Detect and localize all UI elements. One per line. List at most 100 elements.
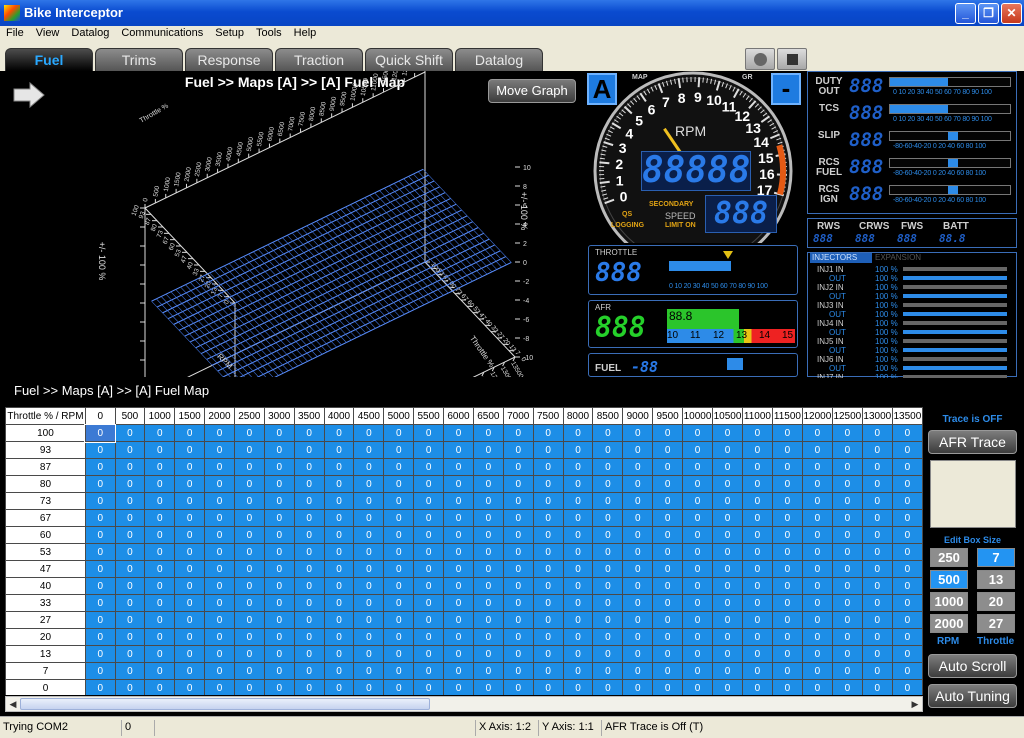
map-cell[interactable]: 0: [293, 441, 325, 459]
map-cell[interactable]: 0: [712, 509, 743, 527]
map-cell[interactable]: 0: [831, 645, 863, 663]
map-cell[interactable]: 0: [323, 628, 355, 646]
map-cell[interactable]: 0: [771, 679, 803, 695]
map-cell[interactable]: 0: [383, 424, 415, 442]
map-cell[interactable]: 0: [562, 441, 594, 459]
map-cell[interactable]: 0: [323, 645, 355, 663]
map-cell[interactable]: 0: [801, 441, 833, 459]
map-cell[interactable]: 0: [472, 441, 504, 459]
map-cell[interactable]: 0: [562, 458, 594, 476]
map-cell[interactable]: 0: [801, 594, 833, 612]
map-cell[interactable]: 0: [682, 424, 714, 442]
map-cell[interactable]: 0: [712, 577, 743, 595]
map-cell[interactable]: 0: [741, 543, 773, 561]
map-cell[interactable]: 0: [293, 628, 325, 646]
map-cell[interactable]: 0: [472, 424, 504, 442]
map-cell[interactable]: 0: [144, 577, 176, 595]
map-cell[interactable]: 0: [502, 492, 534, 510]
map-cell[interactable]: 0: [801, 662, 833, 680]
map-cell[interactable]: 0: [174, 645, 206, 663]
rpm-header[interactable]: 12500: [831, 407, 863, 425]
map-cell[interactable]: 0: [233, 458, 265, 476]
map-cell[interactable]: 0: [622, 662, 654, 680]
map-cell[interactable]: 0: [801, 645, 833, 663]
map-cell[interactable]: 0: [353, 543, 385, 561]
map-cell[interactable]: 0: [472, 543, 504, 561]
map-cell[interactable]: 0: [861, 424, 893, 442]
map-cell[interactable]: 0: [233, 475, 265, 493]
menu-datalog[interactable]: Datalog: [65, 26, 115, 39]
map-cell[interactable]: 0: [263, 628, 295, 646]
map-cell[interactable]: 0: [323, 509, 355, 527]
map-cell[interactable]: 0: [682, 611, 714, 629]
map-cell[interactable]: 0: [562, 424, 594, 442]
map-cell[interactable]: 0: [174, 509, 206, 527]
map-cell[interactable]: 0: [174, 577, 206, 595]
map-cell[interactable]: 0: [771, 594, 803, 612]
rpm-size-2000[interactable]: 2000: [930, 614, 968, 633]
map-cell[interactable]: 0: [891, 611, 923, 629]
map-cell[interactable]: 0: [861, 628, 893, 646]
map-cell[interactable]: 0: [592, 662, 624, 680]
map-cell[interactable]: 0: [204, 509, 235, 527]
map-cell[interactable]: 0: [233, 594, 265, 612]
map-cell[interactable]: 0: [712, 475, 743, 493]
map-cell[interactable]: 0: [413, 628, 445, 646]
rpm-header[interactable]: 12000: [801, 407, 833, 425]
map-cell[interactable]: 0: [114, 441, 146, 459]
map-cell[interactable]: 0: [144, 662, 176, 680]
map-cell[interactable]: 0: [263, 492, 295, 510]
map-cell[interactable]: 0: [114, 679, 146, 695]
map-cell[interactable]: 0: [712, 560, 743, 578]
map-cell[interactable]: 0: [472, 645, 504, 663]
map-cell[interactable]: 0: [562, 543, 594, 561]
map-cell[interactable]: 0: [502, 662, 534, 680]
map-cell[interactable]: 0: [293, 662, 325, 680]
map-cell[interactable]: 0: [622, 458, 654, 476]
map-cell[interactable]: 0: [323, 475, 355, 493]
rpm-header[interactable]: 1000: [144, 407, 176, 425]
map-cell[interactable]: 0: [443, 628, 474, 646]
map-cell[interactable]: 0: [413, 560, 445, 578]
map-cell[interactable]: 0: [622, 679, 654, 695]
map-cell[interactable]: 0: [263, 475, 295, 493]
map-cell[interactable]: 0: [682, 662, 714, 680]
map-cell[interactable]: 0: [891, 441, 923, 459]
rpm-header[interactable]: 7500: [532, 407, 564, 425]
map-cell[interactable]: 0: [443, 594, 474, 612]
map-cell[interactable]: 0: [114, 475, 146, 493]
map-cell[interactable]: 0: [502, 679, 534, 695]
map-cell[interactable]: 0: [383, 645, 415, 663]
throttle-size-27[interactable]: 27: [977, 614, 1015, 633]
map-cell[interactable]: 0: [502, 543, 534, 561]
map-cell[interactable]: 0: [263, 594, 295, 612]
map-cell[interactable]: 0: [472, 679, 504, 695]
map-cell[interactable]: 0: [472, 458, 504, 476]
map-cell[interactable]: 0: [712, 424, 743, 442]
map-cell[interactable]: 0: [682, 645, 714, 663]
map-cell[interactable]: 0: [353, 441, 385, 459]
throttle-header[interactable]: 67: [5, 509, 86, 527]
map-cell[interactable]: 0: [443, 458, 474, 476]
map-cell[interactable]: 0: [801, 424, 833, 442]
map-cell[interactable]: 0: [532, 662, 564, 680]
map-cell[interactable]: 0: [353, 611, 385, 629]
map-cell[interactable]: 0: [204, 628, 235, 646]
map-cell[interactable]: 0: [383, 662, 415, 680]
map-cell[interactable]: 0: [891, 543, 923, 561]
map-cell[interactable]: 0: [532, 526, 564, 544]
map-cell[interactable]: 0: [443, 509, 474, 527]
map-cell[interactable]: 0: [891, 526, 923, 544]
map-cell[interactable]: 0: [383, 577, 415, 595]
map-cell[interactable]: 0: [174, 594, 206, 612]
map-cell[interactable]: 0: [562, 645, 594, 663]
throttle-header[interactable]: 33: [5, 594, 86, 612]
map-cell[interactable]: 0: [831, 628, 863, 646]
map-cell[interactable]: 0: [443, 560, 474, 578]
scroll-right-icon[interactable]: ▶: [909, 698, 921, 710]
map-cell[interactable]: 0: [712, 679, 743, 695]
map-cell[interactable]: 0: [323, 458, 355, 476]
map-cell[interactable]: 0: [682, 628, 714, 646]
map-cell[interactable]: 0: [84, 475, 116, 493]
map-cell[interactable]: 0: [532, 509, 564, 527]
